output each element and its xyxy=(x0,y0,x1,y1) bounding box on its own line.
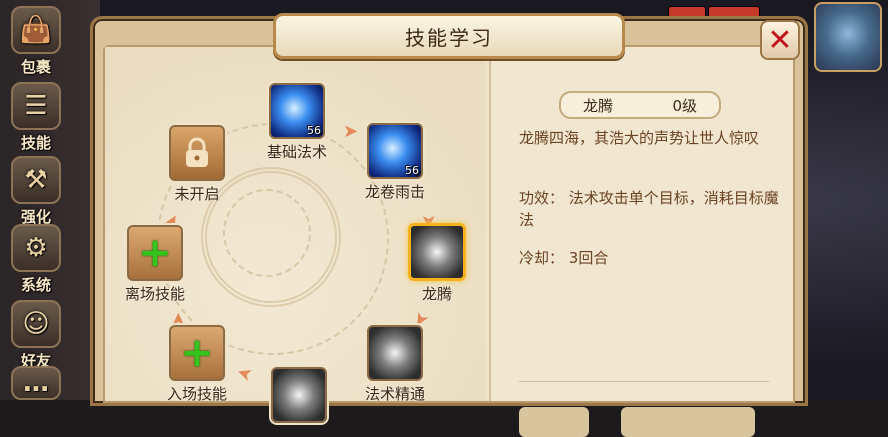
skill-label: 入场技能 xyxy=(166,385,227,403)
dialog-title: 技能学习 xyxy=(405,25,493,50)
skill-learn-dialog: ➤ ➤ ➤ ➤ ➤ ➤ 56 基础法术 56 龙卷雨击 龙腾 法术精通 + 入场… xyxy=(90,13,808,437)
skill-level: 0级 xyxy=(672,96,697,115)
gear-icon: ⚙ xyxy=(11,224,61,272)
skill-label: 基础法术 xyxy=(266,143,327,161)
lock-icon xyxy=(169,125,225,181)
plus-icon: + xyxy=(169,325,225,381)
skill-level: 56 xyxy=(405,164,419,177)
skill-tree-page: ➤ ➤ ➤ ➤ ➤ ➤ 56 基础法术 56 龙卷雨击 龙腾 法术精通 + 入场… xyxy=(105,47,485,423)
sidebar-item-label: 系统 xyxy=(20,276,51,294)
grey-dragon-icon xyxy=(367,325,423,381)
effect-label: 功效： xyxy=(519,189,565,207)
skill-node-mastery[interactable]: 法术精通 xyxy=(355,325,435,404)
upgrade-button[interactable] xyxy=(621,407,755,437)
dialog-title-plate: 技能学习 xyxy=(273,13,625,59)
skill-label: 龙卷雨击 xyxy=(364,183,425,201)
bag-icon: 👜 xyxy=(11,6,61,54)
sidebar-item-bag[interactable]: 👜 包裹 xyxy=(10,6,62,77)
plus-icon: + xyxy=(127,225,183,281)
sidebar-item-friends[interactable]: ☺ 好友 xyxy=(10,300,62,371)
sidebar-item-system[interactable]: ⚙ 系统 xyxy=(10,224,62,295)
skill-detail-page: 龙腾 0级 龙腾四海，其浩大的声势让世人惊叹 功效： 法术攻击单个目标，消耗目标… xyxy=(489,47,793,437)
sidebar-item-enhance[interactable]: ⚒ 强化 xyxy=(10,156,62,227)
skill-node-dragon[interactable]: 龙腾 xyxy=(397,223,477,304)
skill-node-locked[interactable]: 未开启 xyxy=(157,125,237,204)
cooldown-label: 冷却： xyxy=(519,249,565,267)
sidebar-item-skill[interactable]: ☰ 技能 xyxy=(10,82,62,153)
sidebar-item-label: 技能 xyxy=(20,134,51,152)
skill-label: 离场技能 xyxy=(124,285,185,303)
close-button[interactable]: ✕ xyxy=(760,20,800,60)
skill-description: 龙腾四海，其浩大的声势让世人惊叹 xyxy=(519,129,760,147)
skill-node-leave[interactable]: + 离场技能 xyxy=(115,225,195,304)
arrow-icon: ➤ xyxy=(233,361,256,386)
skill-name: 龙腾 xyxy=(583,96,614,115)
cooldown-text: 3回合 xyxy=(568,249,609,267)
blue-storm-icon: 56 xyxy=(367,123,423,179)
lion-head-icon xyxy=(271,367,327,423)
skill-node-enter[interactable]: + 入场技能 xyxy=(157,325,237,404)
skill-label: 法术精通 xyxy=(364,385,425,403)
friend-avatar-icon: ☺ xyxy=(11,300,61,348)
dragon-icon xyxy=(408,223,466,281)
blue-orb-icon: 56 xyxy=(269,83,325,139)
skill-cooldown: 冷却： 3回合 xyxy=(519,247,779,269)
left-sidebar: 👜 包裹 ☰ 技能 ⚒ 强化 ⚙ 系统 ☺ 好友 … xyxy=(0,0,100,400)
skill-node-tornado[interactable]: 56 龙卷雨击 xyxy=(355,123,435,202)
divider xyxy=(519,381,769,382)
skill-label: 龙腾 xyxy=(421,285,452,303)
chat-bubble-icon: … xyxy=(11,366,61,400)
sidebar-item-label: 包裹 xyxy=(20,58,51,76)
skill-level: 56 xyxy=(307,124,321,137)
skill-node-unnamed[interactable] xyxy=(259,367,339,423)
skill-node-basic[interactable]: 56 基础法术 xyxy=(257,83,337,162)
skill-book-icon: ☰ xyxy=(11,82,61,130)
player-avatar[interactable] xyxy=(814,2,882,72)
dialog-body: ➤ ➤ ➤ ➤ ➤ ➤ 56 基础法术 56 龙卷雨击 龙腾 法术精通 + 入场… xyxy=(103,45,795,437)
skill-name-bar: 龙腾 0级 xyxy=(559,91,721,119)
upgrade-item-slot[interactable] xyxy=(519,407,589,437)
skill-label: 未开启 xyxy=(174,185,220,203)
chat-button[interactable]: … xyxy=(10,366,62,402)
hammer-icon: ⚒ xyxy=(11,156,61,204)
close-x-icon: ✕ xyxy=(767,22,793,58)
skill-effect: 功效： 法术攻击单个目标，消耗目标魔法 xyxy=(519,187,779,231)
